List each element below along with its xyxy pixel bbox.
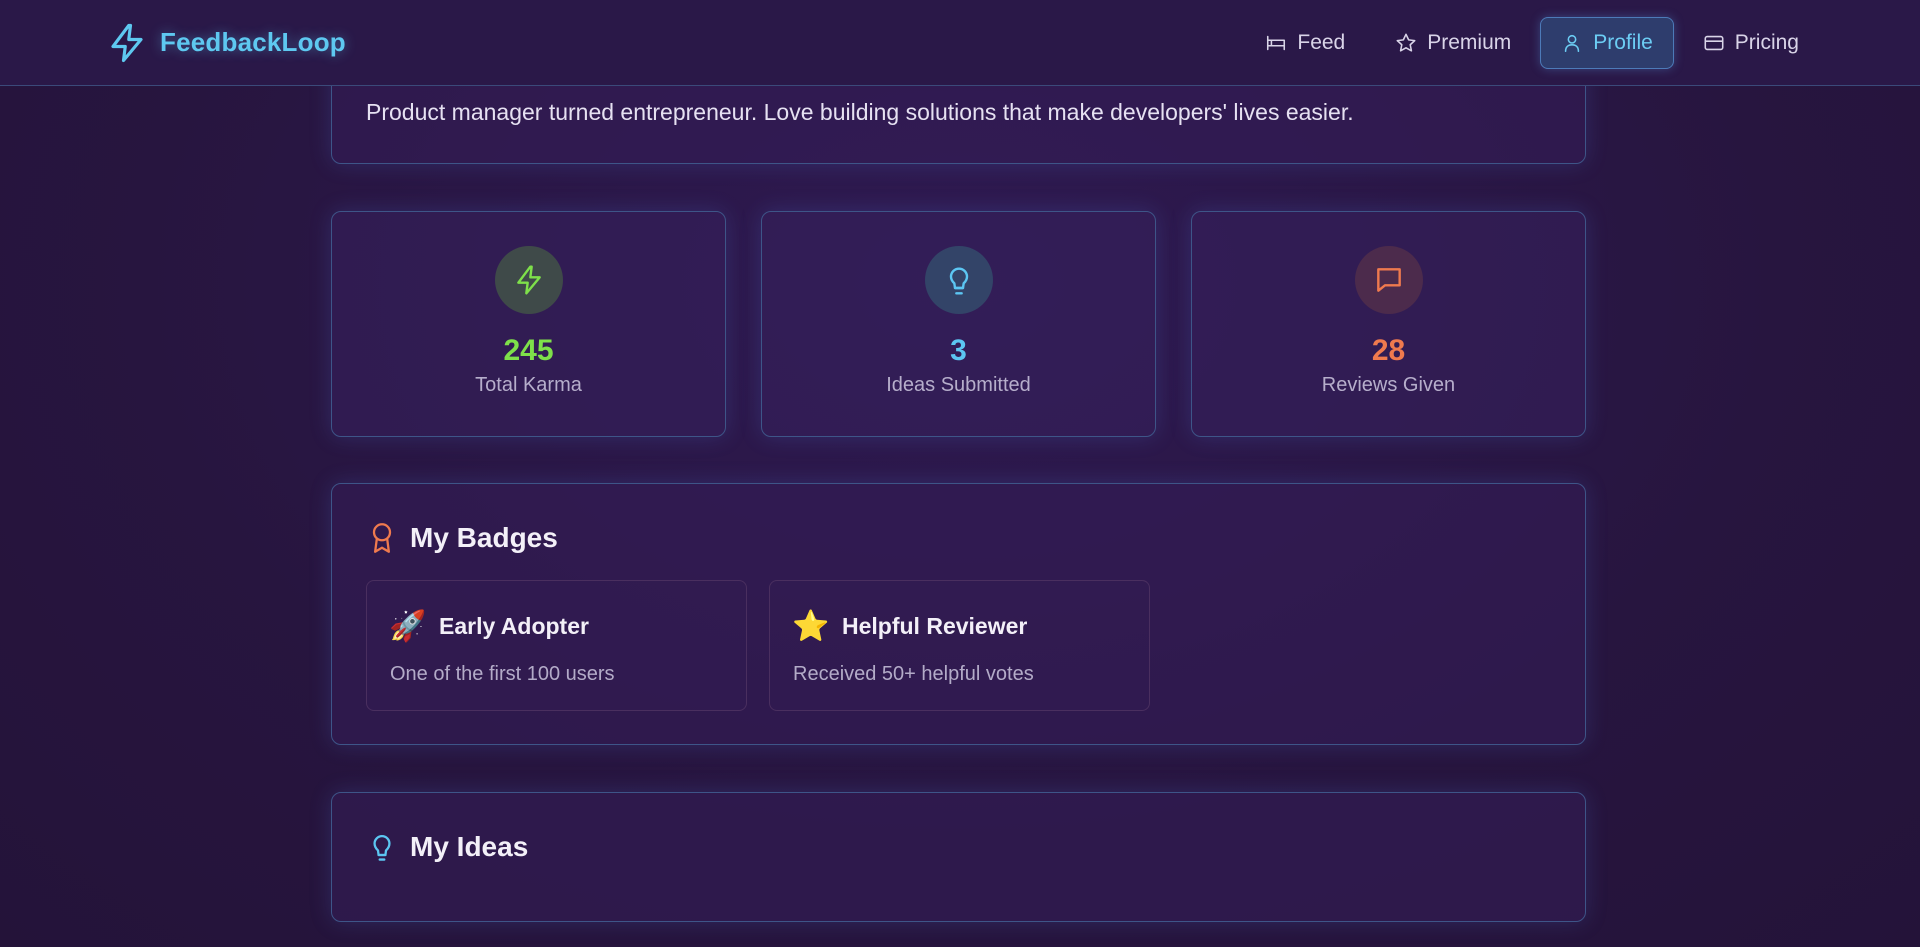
user-icon — [1561, 32, 1583, 54]
main-nav: Feed Premium Profile Pricing — [1244, 16, 1820, 69]
badge-helpful-reviewer: ⭐ Helpful Reviewer Received 50+ helpful … — [769, 580, 1150, 711]
badge-name: Early Adopter — [439, 613, 589, 639]
message-icon — [1354, 246, 1423, 314]
lightning-icon — [106, 22, 148, 64]
nav-premium[interactable]: Premium — [1374, 17, 1532, 69]
stat-card-ideas: 3 Ideas Submitted — [761, 211, 1156, 437]
stat-value: 28 — [1371, 334, 1406, 367]
ideas-title: My Ideas — [368, 831, 528, 863]
badge-description: Received 50+ helpful votes — [793, 663, 1034, 685]
stat-label: Reviews Given — [1321, 374, 1456, 396]
badge-name: Helpful Reviewer — [842, 613, 1028, 639]
stat-card-karma: 245 Total Karma — [331, 211, 726, 437]
nav-pricing-label: Pricing — [1734, 30, 1799, 54]
lightbulb-icon — [924, 246, 993, 314]
badge-early-adopter: 🚀 Early Adopter One of the first 100 use… — [366, 580, 747, 711]
nav-premium-label: Premium — [1427, 30, 1512, 54]
stat-value: 3 — [950, 334, 967, 367]
rocket-icon: 🚀 — [389, 609, 427, 644]
profile-bio: Product manager turned entrepreneur. Lov… — [366, 99, 1354, 125]
star-icon: ⭐ — [792, 609, 830, 644]
card-icon — [1703, 32, 1725, 54]
badges-title: My Badges — [368, 522, 558, 554]
badge-description: One of the first 100 users — [390, 663, 615, 685]
app-name: FeedbackLoop — [160, 27, 346, 57]
stat-value: 245 — [503, 334, 554, 367]
nav-pricing[interactable]: Pricing — [1682, 17, 1820, 69]
stat-label: Ideas Submitted — [886, 374, 1031, 396]
award-icon — [368, 522, 396, 554]
nav-feed[interactable]: Feed — [1244, 17, 1366, 69]
stat-label: Total Karma — [475, 374, 582, 396]
nav-feed-label: Feed — [1297, 30, 1346, 54]
stat-card-reviews: 28 Reviews Given — [1191, 211, 1586, 437]
nav-profile-label: Profile — [1593, 30, 1653, 54]
bed-icon — [1265, 32, 1287, 54]
ideas-card: My Ideas — [331, 792, 1586, 922]
logo[interactable]: FeedbackLoop — [106, 22, 346, 64]
badges-card: My Badges 🚀 Early Adopter One of the fir… — [331, 483, 1586, 745]
star-icon — [1395, 32, 1417, 54]
lightbulb-icon — [368, 831, 396, 863]
lightning-icon — [494, 246, 563, 314]
top-navbar: FeedbackLoop Feed Premium Profile Pricin… — [0, 0, 1920, 86]
nav-profile[interactable]: Profile — [1540, 16, 1674, 69]
